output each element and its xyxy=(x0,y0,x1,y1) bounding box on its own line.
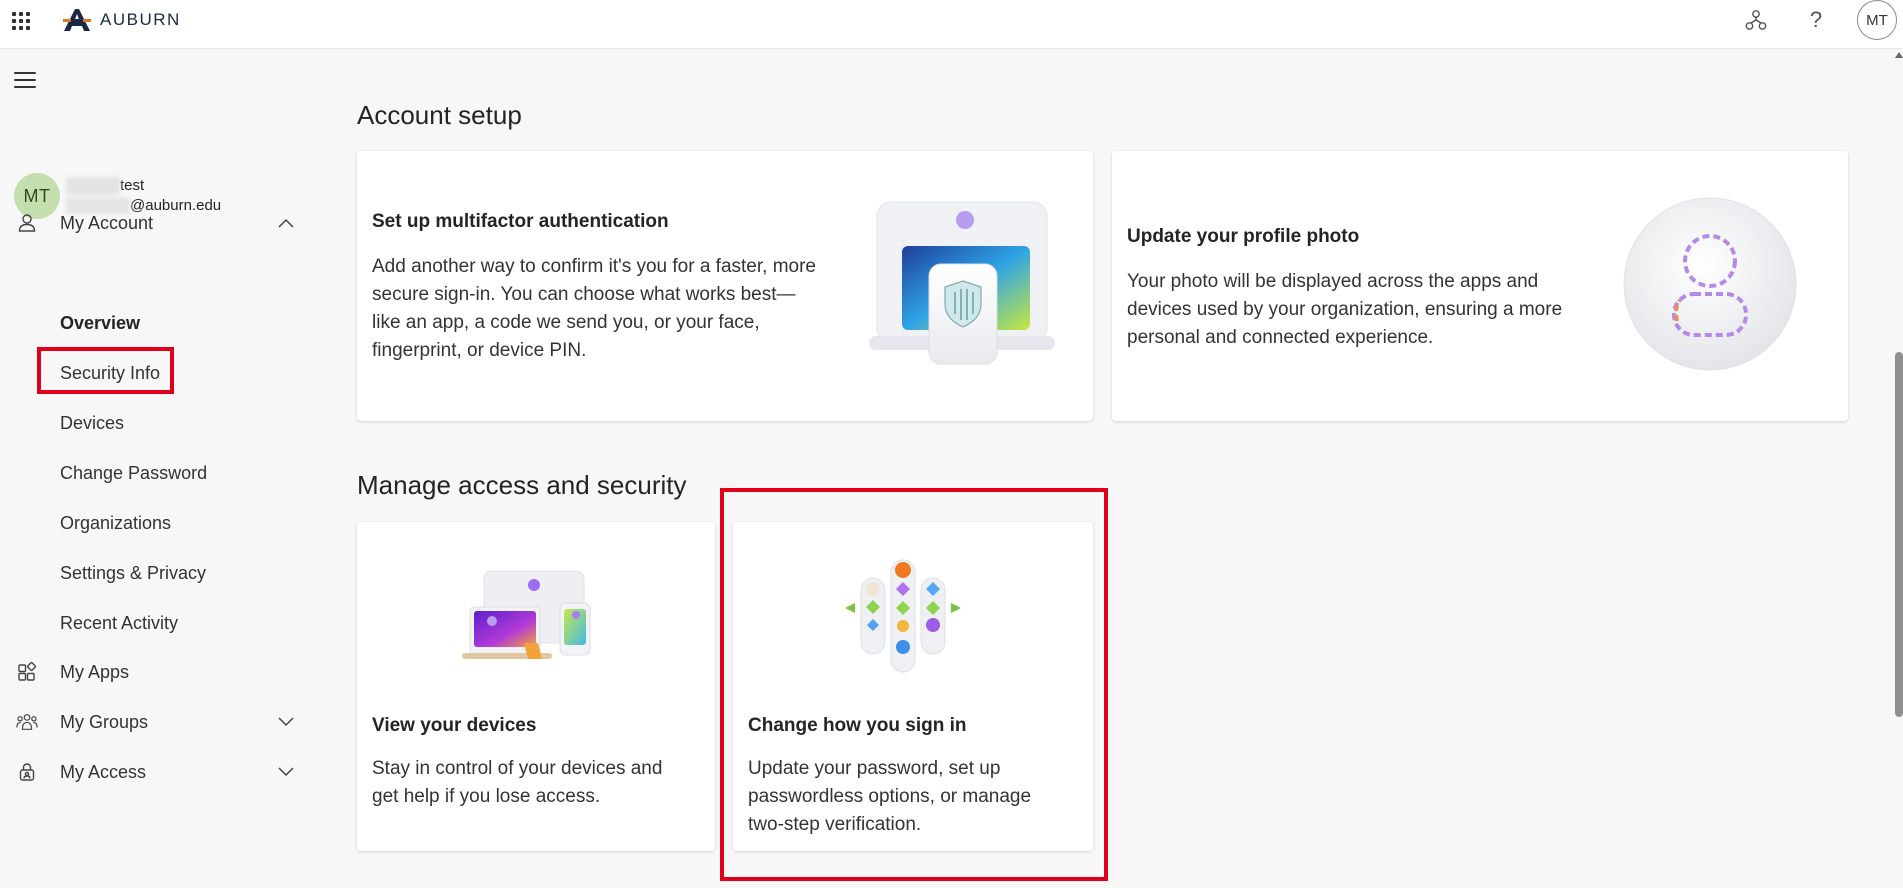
card-setup-mfa[interactable]: Set up multifactor authentication Add an… xyxy=(357,151,1093,421)
card-title: View your devices xyxy=(372,715,537,736)
sidebar-item-organizations[interactable]: Organizations xyxy=(60,513,171,534)
card-description: Update your password, set up passwordles… xyxy=(748,758,1032,835)
user-name: test xyxy=(66,176,221,196)
chevron-up-icon[interactable] xyxy=(276,213,296,233)
nav-label: My Access xyxy=(60,761,147,782)
devices-illustration xyxy=(462,570,591,659)
account-manager-button[interactable]: MT xyxy=(1857,0,1897,40)
sidebar-item-recent-activity[interactable]: Recent Activity xyxy=(60,613,178,634)
lock-person-icon xyxy=(16,761,38,783)
card-title: Set up multifactor authentication xyxy=(372,211,669,232)
brand-name: AUBURN xyxy=(100,10,181,29)
nav-my-account[interactable]: My Account xyxy=(0,203,300,243)
nav-my-apps[interactable]: My Apps xyxy=(0,652,300,692)
person-icon xyxy=(16,212,38,234)
sidebar-item-overview[interactable]: Overview xyxy=(60,313,140,334)
nav-my-groups[interactable]: My Groups xyxy=(0,702,300,742)
app-launcher-icon[interactable] xyxy=(10,10,30,30)
scroll-up-arrow-icon[interactable] xyxy=(1895,52,1903,58)
card-title: Change how you sign in xyxy=(748,715,967,736)
laptop-phone-shield-illustration xyxy=(869,201,1055,365)
help-icon[interactable]: ? xyxy=(1796,0,1836,40)
section-title-account-setup: Account setup xyxy=(357,100,522,130)
page-scrollbar[interactable] xyxy=(1893,52,1903,888)
sidebar-item-security-info[interactable]: Security Info xyxy=(60,363,160,384)
top-bar: AUBURN ? MT xyxy=(0,0,1903,49)
card-description: Your photo will be displayed across the … xyxy=(1127,271,1563,348)
user-name-suffix: test xyxy=(120,177,145,194)
card-change-sign-in[interactable]: Change how you sign in Update your passw… xyxy=(733,522,1093,851)
section-title-manage-access: Manage access and security xyxy=(357,470,687,500)
sidebar-item-settings-privacy[interactable]: Settings & Privacy xyxy=(60,563,206,584)
card-description: Add another way to confirm it's you for … xyxy=(372,256,816,361)
brand-logo[interactable]: AUBURN xyxy=(62,5,181,35)
auburn-logo-icon xyxy=(63,9,91,31)
apps-icon xyxy=(16,661,38,683)
org-chart-icon[interactable] xyxy=(1736,0,1776,40)
nav-label: My Apps xyxy=(60,661,130,682)
card-view-devices[interactable]: View your devices Stay in control of you… xyxy=(357,522,715,851)
redacted-text xyxy=(66,177,120,196)
sidebar-item-devices[interactable]: Devices xyxy=(60,413,124,434)
sign-in-options-illustration xyxy=(845,559,961,673)
sidebar-item-change-password[interactable]: Change Password xyxy=(60,463,207,484)
profile-outline-illustration xyxy=(1623,197,1797,371)
top-right-actions: ? MT xyxy=(1736,0,1903,40)
card-update-profile-photo[interactable]: Update your profile photo Your photo wil… xyxy=(1112,151,1848,421)
nav-label: My Groups xyxy=(60,711,149,732)
card-description: Stay in control of your devices and get … xyxy=(372,758,663,807)
chevron-down-icon[interactable] xyxy=(276,762,296,782)
nav-my-access[interactable]: My Access xyxy=(0,752,300,792)
hamburger-menu-icon[interactable] xyxy=(14,72,36,90)
card-title: Update your profile photo xyxy=(1127,226,1360,247)
chevron-down-icon[interactable] xyxy=(276,712,296,732)
scroll-thumb[interactable] xyxy=(1895,352,1903,717)
people-icon xyxy=(16,711,38,733)
nav-label: My Account xyxy=(60,212,154,233)
sidebar: MT test @auburn.edu My Account Overview … xyxy=(0,49,320,888)
